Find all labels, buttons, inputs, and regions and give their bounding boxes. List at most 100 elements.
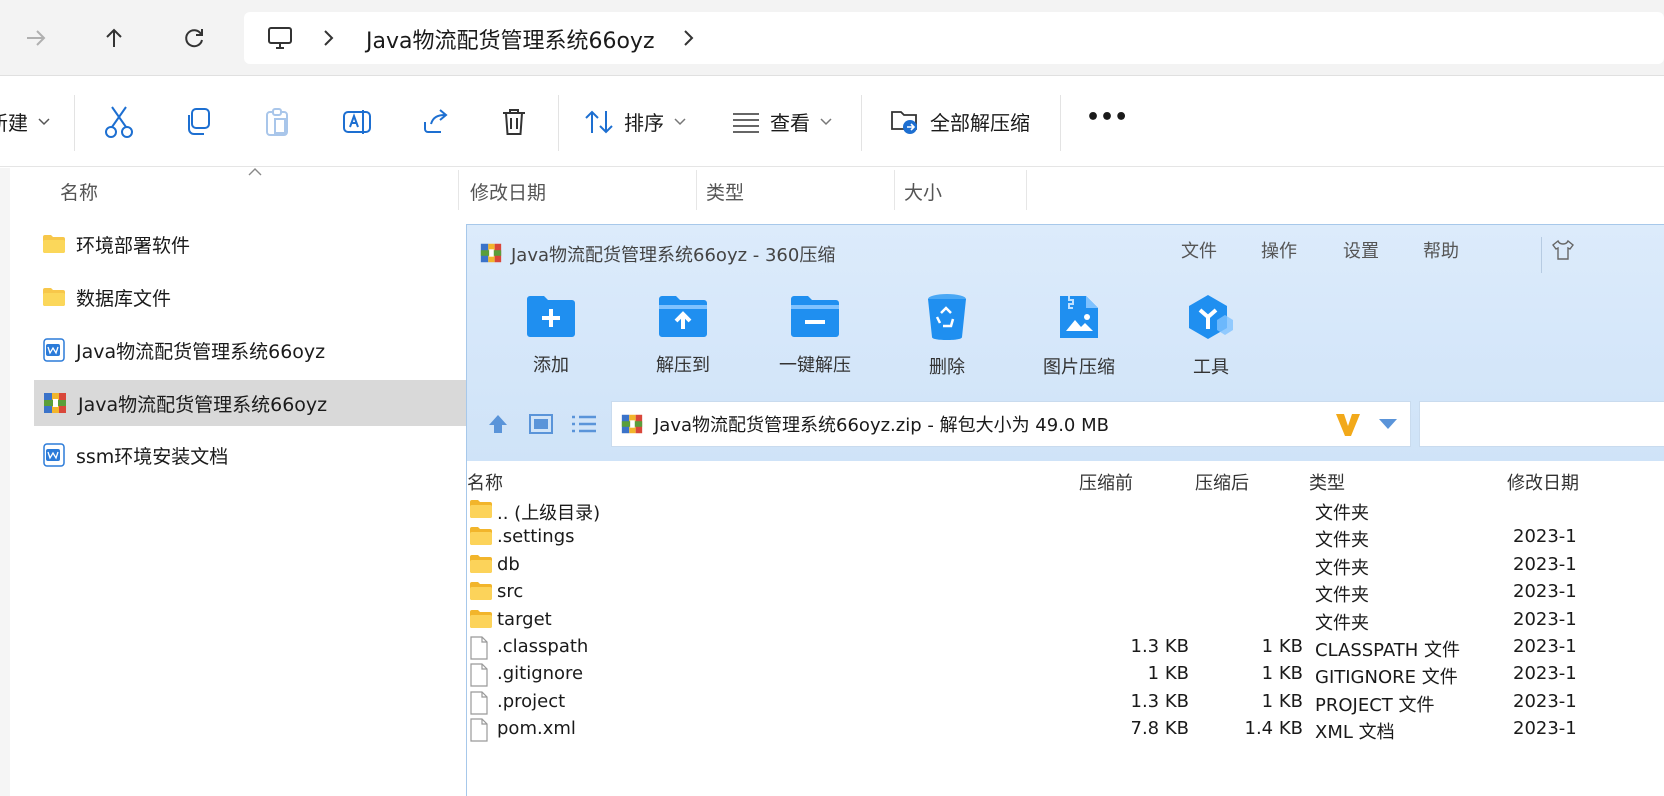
- verified-v-icon: [1336, 414, 1360, 436]
- folder-icon: [470, 582, 492, 601]
- up-level-arrow-icon[interactable]: [487, 413, 509, 435]
- extract-all-button[interactable]: 全部解压缩: [890, 107, 1030, 136]
- delete-button-zip[interactable]: 删除: [897, 293, 997, 379]
- zip-cell-name: target: [497, 608, 552, 630]
- zip-cell-modified: 2023-1: [1513, 608, 1577, 630]
- address-bar[interactable]: Java物流配货管理系统66oyz: [244, 12, 1664, 64]
- rename-button[interactable]: [342, 107, 372, 141]
- zip-row[interactable]: .. (上级目录) 文件夹: [467, 497, 1664, 524]
- zip-cell-name: .. (上级目录): [497, 503, 601, 524]
- file-icon-cell: [469, 718, 489, 747]
- extract-to-label: 解压到: [656, 355, 710, 376]
- zip-cell-modified: 2023-1: [1513, 690, 1577, 712]
- menu-file[interactable]: 文件: [1181, 237, 1217, 263]
- column-header-modified[interactable]: 修改日期: [470, 178, 546, 205]
- zip-cell-type: XML 文档: [1315, 722, 1395, 744]
- zip-row[interactable]: .settings 文件夹 2023-1: [467, 524, 1664, 551]
- sort-label: 排序: [624, 111, 664, 135]
- column-divider[interactable]: [458, 170, 459, 210]
- up-arrow-icon: [106, 28, 122, 47]
- tools-button[interactable]: 工具: [1161, 293, 1261, 379]
- folder-icon-cell: [469, 609, 493, 634]
- toolbar-divider: [558, 95, 559, 151]
- menu-operate[interactable]: 操作: [1261, 237, 1297, 263]
- view-button[interactable]: 查看: [732, 107, 832, 136]
- cut-button[interactable]: [104, 105, 134, 143]
- file-row-ssm-doc[interactable]: ssm环境安装文档: [34, 432, 466, 478]
- file-row-db-files[interactable]: 数据库文件: [34, 274, 466, 320]
- zip-cell-type: CLASSPATH 文件: [1315, 640, 1461, 661]
- file-row-word-doc[interactable]: Java物流配货管理系统66oyz: [34, 327, 466, 373]
- file-row-env-software[interactable]: 环境部署软件: [34, 221, 466, 267]
- command-toolbar: 新建 排序 查看 全部解压缩 •••: [0, 77, 1664, 167]
- zip-col-after[interactable]: 压缩后: [1195, 469, 1249, 495]
- file-name: Java物流配货管理系统66oyz: [78, 393, 328, 416]
- zip-cell-modified: 2023-1: [1513, 581, 1577, 603]
- zip-row[interactable]: db 文件夹 2023-1: [467, 552, 1664, 579]
- sort-button[interactable]: 排序: [584, 107, 686, 136]
- list-view-icon[interactable]: [571, 413, 597, 435]
- share-button[interactable]: [422, 107, 450, 139]
- zip-col-type[interactable]: 类型: [1309, 469, 1345, 495]
- toolbar-divider: [861, 95, 862, 151]
- new-label: 新建: [0, 111, 28, 135]
- zip-row[interactable]: .project 1.3 KB 1 KB PROJECT 文件 2023-1: [467, 689, 1664, 716]
- up-button[interactable]: [94, 18, 134, 58]
- zip-row[interactable]: src 文件夹 2023-1: [467, 579, 1664, 606]
- zip-cell-modified: 2023-1: [1513, 636, 1577, 657]
- chevron-right-icon[interactable]: [682, 28, 696, 48]
- breadcrumb-current-folder[interactable]: Java物流配货管理系统66oyz: [366, 23, 655, 55]
- delete-button[interactable]: [500, 107, 528, 141]
- zip-cell-name: .project: [497, 690, 566, 712]
- zip-col-before[interactable]: 压缩前: [1079, 469, 1133, 495]
- column-header-type[interactable]: 类型: [706, 178, 744, 205]
- one-click-extract-button[interactable]: 一键解压: [765, 293, 865, 377]
- more-options-button[interactable]: •••: [1086, 105, 1128, 130]
- delete-label: 删除: [929, 357, 965, 378]
- skin-shirt-icon[interactable]: [1551, 239, 1575, 261]
- zip-col-name[interactable]: 名称: [467, 469, 503, 495]
- zip-row[interactable]: target 文件夹 2023-1: [467, 607, 1664, 634]
- column-divider[interactable]: [894, 170, 895, 210]
- menu-settings[interactable]: 设置: [1343, 237, 1379, 263]
- zip-cell-before: 1 KB: [1147, 663, 1189, 685]
- add-folder-icon: [527, 296, 575, 337]
- column-divider[interactable]: [696, 170, 697, 210]
- file-icon: [470, 691, 488, 715]
- copy-button[interactable]: [184, 107, 212, 141]
- dropdown-triangle-icon[interactable]: [1378, 418, 1398, 430]
- forward-button[interactable]: [16, 18, 56, 58]
- folder-icon-cell: [469, 499, 493, 524]
- file-row-zip-archive[interactable]: Java物流配货管理系统66oyz: [34, 380, 466, 426]
- file-icon: [470, 663, 488, 687]
- zip-cell-before: 7.8 KB: [1130, 718, 1190, 740]
- file-name: 数据库文件: [76, 287, 172, 310]
- zip-row[interactable]: .classpath 1.3 KB 1 KB CLASSPATH 文件 2023-1: [467, 634, 1664, 661]
- new-button[interactable]: 新建: [0, 107, 50, 136]
- column-header-name[interactable]: 名称: [60, 178, 98, 205]
- zip-row[interactable]: .gitignore 1 KB 1 KB GITIGNORE 文件 2023-1: [467, 661, 1664, 688]
- column-divider[interactable]: [1026, 170, 1027, 210]
- zip-cell-after: 1.4 KB: [1244, 718, 1304, 740]
- one-click-extract-label: 一键解压: [779, 355, 851, 376]
- image-compress-button[interactable]: 图片压缩: [1029, 293, 1129, 379]
- archive-search-input[interactable]: [1419, 401, 1664, 447]
- zip-row[interactable]: pom.xml 7.8 KB 1.4 KB XML 文档 2023-1: [467, 716, 1664, 743]
- zip-cell-name: .settings: [497, 526, 575, 548]
- zip-cell-type: 文件夹: [1315, 612, 1369, 634]
- paste-button[interactable]: [264, 107, 290, 141]
- refresh-button[interactable]: [174, 18, 214, 58]
- add-button[interactable]: 添加: [501, 293, 601, 377]
- copy-icon: [188, 108, 210, 135]
- sort-ascending-caret-icon: [248, 168, 262, 176]
- file-name: ssm环境安装文档: [76, 445, 229, 468]
- archive-path-box[interactable]: Java物流配货管理系统66oyz.zip - 解包大小为 49.0 MB: [611, 401, 1411, 447]
- menu-divider: [1541, 237, 1542, 273]
- zip-col-modified[interactable]: 修改日期: [1507, 469, 1579, 495]
- extract-to-button[interactable]: 解压到: [633, 293, 733, 377]
- zip-cell-modified: 2023-1: [1513, 663, 1577, 685]
- thumbnail-view-icon[interactable]: [529, 413, 553, 435]
- image-compress-label: 图片压缩: [1043, 357, 1115, 378]
- column-header-size[interactable]: 大小: [904, 178, 942, 205]
- menu-help[interactable]: 帮助: [1423, 237, 1459, 263]
